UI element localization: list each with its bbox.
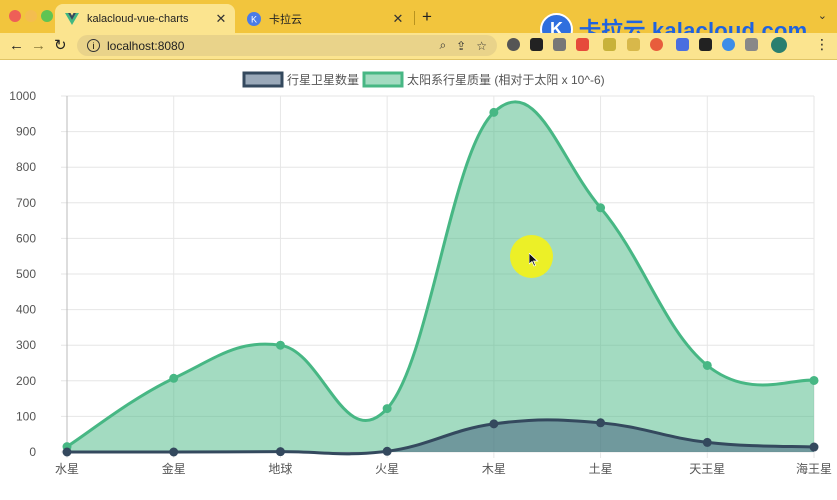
data-point: [489, 419, 499, 429]
data-point: [62, 447, 72, 457]
kalacloud-favicon-icon: K: [247, 11, 261, 26]
x-tick-label: 土星: [589, 462, 613, 476]
data-point: [489, 107, 499, 117]
extension-icon[interactable]: [627, 38, 640, 51]
site-info-icon[interactable]: i: [87, 39, 100, 52]
y-tick-label: 300: [16, 338, 36, 352]
extensions-puzzle-icon[interactable]: [745, 38, 758, 51]
data-point: [809, 375, 819, 385]
legend-swatch: [362, 71, 404, 88]
y-tick-label: 900: [16, 125, 36, 139]
data-point: [382, 404, 392, 414]
close-tab-icon[interactable]: ✕: [213, 11, 229, 27]
extension-icon[interactable]: [722, 38, 735, 51]
y-tick-label: 400: [16, 303, 36, 317]
forward-icon[interactable]: →: [31, 37, 46, 55]
extension-icon[interactable]: [507, 38, 520, 51]
data-point: [596, 418, 606, 428]
data-point: [702, 360, 712, 370]
maximize-window-button[interactable]: [41, 10, 53, 22]
x-tick-label: 火星: [375, 462, 399, 476]
tab-kalacloud[interactable]: K 卡拉云 ✕: [237, 4, 412, 33]
svg-text:K: K: [251, 14, 257, 24]
y-tick-label: 100: [16, 409, 36, 423]
y-tick-label: 0: [29, 445, 36, 459]
address-bar[interactable]: i localhost:8080 ⌕ ⇪ ☆: [77, 35, 497, 56]
profile-avatar[interactable]: [771, 37, 787, 53]
close-window-button[interactable]: [9, 10, 21, 22]
extension-icon[interactable]: [676, 38, 689, 51]
chevron-down-icon[interactable]: ⌄: [818, 9, 827, 22]
y-tick-label: 200: [16, 374, 36, 388]
reload-icon[interactable]: ↻: [54, 37, 67, 55]
menu-kebab-icon[interactable]: ⋮: [815, 36, 829, 53]
extension-icon[interactable]: [650, 38, 663, 51]
y-tick-label: 1000: [9, 89, 36, 103]
extension-icon[interactable]: [603, 38, 616, 51]
vue-icon: [65, 12, 79, 26]
extension-icon[interactable]: [699, 38, 712, 51]
y-tick-label: 500: [16, 267, 36, 281]
x-tick-label: 天王星: [689, 462, 725, 476]
tab-title: 卡拉云: [269, 13, 302, 26]
legend-label: 行星卫星数量: [287, 72, 359, 87]
series-area-2: [67, 101, 814, 452]
extension-icon[interactable]: [576, 38, 589, 51]
extension-icon[interactable]: [553, 38, 566, 51]
chart-container: 0 100 200 300 400 500 600 700 800 900 1000 水星 金星 地球 火星…: [0, 60, 837, 500]
back-icon[interactable]: ←: [9, 37, 24, 55]
bookmark-star-icon[interactable]: ☆: [476, 39, 487, 53]
data-point: [169, 447, 179, 457]
close-tab-icon[interactable]: ✕: [390, 11, 406, 27]
mouse-pointer-icon: [529, 253, 539, 267]
y-tick-label: 700: [16, 196, 36, 210]
zoom-icon[interactable]: ⌕: [439, 38, 446, 53]
data-point: [702, 437, 712, 447]
data-point: [809, 442, 819, 452]
x-tick-label: 木星: [482, 462, 506, 476]
data-point: [169, 373, 179, 383]
x-tick-label: 海王星: [796, 461, 832, 476]
x-tick-label: 水星: [55, 462, 79, 476]
share-icon[interactable]: ⇪: [456, 39, 466, 53]
new-tab-icon[interactable]: +: [422, 7, 432, 27]
legend-swatch: [242, 71, 284, 88]
tab-kalacloud-vue-charts[interactable]: kalacloud-vue-charts ✕: [55, 4, 235, 33]
minimize-window-button[interactable]: [25, 10, 37, 22]
tab-divider: [414, 11, 415, 25]
data-point: [275, 447, 285, 457]
notion-extension-icon[interactable]: [530, 38, 543, 51]
legend-label: 太阳系行星质量 (相对于太阳 x 10^-6): [407, 72, 605, 87]
x-tick-label: 地球: [268, 462, 292, 476]
y-tick-label: 800: [16, 160, 36, 174]
data-point: [382, 446, 392, 456]
x-tick-label: 金星: [162, 461, 186, 476]
data-point: [596, 203, 606, 213]
tab-title: kalacloud-vue-charts: [87, 12, 189, 25]
data-point: [275, 340, 285, 350]
url-text: localhost:8080: [107, 38, 185, 53]
y-tick-label: 600: [16, 231, 36, 245]
area-chart: 0 100 200 300 400 500 600 700 800 900 1000 水星 金星 地球 火星…: [9, 71, 832, 476]
